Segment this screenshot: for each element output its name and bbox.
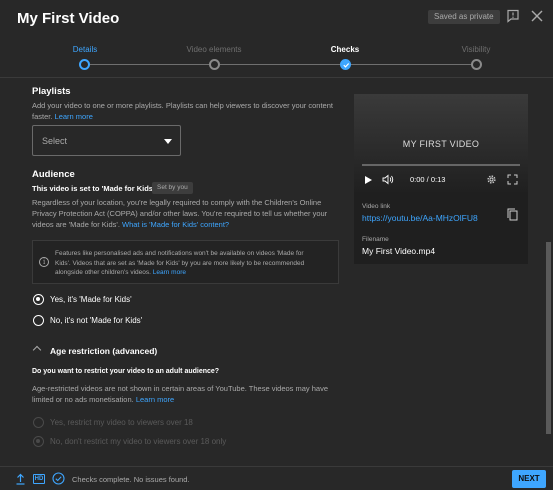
caret-down-icon bbox=[164, 139, 172, 144]
stepper-line bbox=[350, 64, 472, 65]
hd-icon: HD bbox=[33, 474, 45, 484]
upload-dialog: My First Video Saved as private Details … bbox=[0, 0, 553, 490]
content-scrollbar[interactable] bbox=[546, 242, 551, 434]
filename-value: My First Video.mp4 bbox=[362, 246, 436, 256]
next-button[interactable]: NEXT bbox=[512, 470, 546, 488]
made-for-kids-notice: Features like personalised ads and notif… bbox=[32, 240, 339, 284]
step-video-elements-dot[interactable] bbox=[209, 59, 220, 70]
fullscreen-icon[interactable] bbox=[507, 174, 518, 185]
playlists-desc-text: faster. bbox=[32, 112, 53, 121]
checks-status-text: Checks complete. No issues found. bbox=[72, 475, 190, 484]
copy-icon[interactable] bbox=[507, 208, 518, 221]
age-restriction-question: Do you want to restrict your video to an… bbox=[32, 368, 220, 375]
made-for-kids-no-radio[interactable] bbox=[33, 315, 44, 326]
audience-description: Regardless of your location, you're lega… bbox=[32, 197, 327, 230]
playlists-desc-line: Add your video to one or more playlists.… bbox=[32, 101, 333, 110]
upload-stepper: Details Video elements Checks Visibility bbox=[0, 34, 553, 78]
audience-heading: Audience bbox=[32, 169, 75, 180]
video-preview-card: MY FIRST VIDEO 0:00 / 0:13 Video link ht… bbox=[354, 94, 528, 264]
check-circle-icon bbox=[52, 472, 65, 485]
video-link-label: Video link bbox=[362, 203, 391, 210]
playlists-heading: Playlists bbox=[32, 86, 71, 97]
notice-learn-more-link[interactable]: Learn more bbox=[153, 269, 186, 276]
age-restrict-yes-radio[interactable] bbox=[33, 417, 44, 428]
step-visibility-label[interactable]: Visibility bbox=[431, 45, 521, 54]
gear-icon[interactable] bbox=[486, 174, 497, 185]
made-for-kids-yes-label[interactable]: Yes, it's 'Made for Kids' bbox=[50, 295, 132, 304]
step-checks-label[interactable]: Checks bbox=[300, 45, 390, 54]
age-desc-line: Age-restricted videos are not shown in c… bbox=[32, 384, 329, 393]
step-visibility-dot[interactable] bbox=[471, 59, 482, 70]
audience-desc-text: videos are 'Made for Kids'. bbox=[32, 220, 120, 229]
step-details-dot[interactable] bbox=[79, 59, 90, 70]
age-restrict-yes-label[interactable]: Yes, restrict my video to viewers over 1… bbox=[50, 418, 193, 427]
play-icon[interactable] bbox=[365, 176, 372, 184]
notice-line: Kids'. Videos that are set as 'Made for … bbox=[55, 259, 305, 267]
playlists-desc-line: faster. Learn more bbox=[32, 111, 333, 122]
notice-text: Features like personalised ads and notif… bbox=[55, 249, 337, 278]
audience-desc-line: videos are 'Made for Kids'. What is 'Mad… bbox=[32, 219, 327, 230]
volume-icon[interactable] bbox=[382, 174, 394, 185]
age-restriction-toggle[interactable]: Age restriction (advanced) bbox=[50, 346, 157, 356]
dialog-title: My First Video bbox=[17, 10, 120, 27]
playlists-description: Add your video to one or more playlists.… bbox=[32, 100, 333, 122]
info-icon bbox=[39, 257, 49, 267]
chevron-up-icon[interactable] bbox=[32, 345, 42, 355]
what-is-made-for-kids-link[interactable]: What is 'Made for Kids' content? bbox=[122, 220, 229, 229]
check-icon bbox=[343, 63, 350, 68]
playlist-select-value: Select bbox=[42, 136, 68, 146]
set-by-you-badge: Set by you bbox=[152, 182, 193, 194]
step-video-elements-label[interactable]: Video elements bbox=[169, 45, 259, 54]
made-for-kids-status: This video is set to 'Made for Kids' bbox=[32, 184, 155, 193]
age-restrict-no-label[interactable]: No, don't restrict my video to viewers o… bbox=[50, 437, 226, 446]
age-learn-more-link[interactable]: Learn more bbox=[136, 395, 174, 404]
upload-icon bbox=[16, 473, 25, 485]
made-for-kids-yes-radio[interactable] bbox=[33, 294, 44, 305]
playlists-learn-more-link[interactable]: Learn more bbox=[55, 112, 93, 121]
filename-label: Filename bbox=[362, 236, 389, 243]
dialog-header: My First Video Saved as private bbox=[0, 0, 553, 34]
step-details-label[interactable]: Details bbox=[40, 45, 130, 54]
feedback-icon[interactable] bbox=[506, 9, 520, 23]
video-time: 0:00 / 0:13 bbox=[410, 175, 446, 184]
notice-line-text: alongside other children's videos. bbox=[55, 269, 151, 276]
stepper-line bbox=[220, 64, 341, 65]
age-desc-text: limited or no ads monetisation. bbox=[32, 395, 134, 404]
audience-desc-line: Regardless of your location, you're lega… bbox=[32, 198, 322, 207]
notice-line: Features like personalised ads and notif… bbox=[55, 250, 304, 257]
step-checks-dot[interactable] bbox=[340, 59, 351, 70]
close-icon[interactable] bbox=[530, 9, 544, 23]
age-desc-line: limited or no ads monetisation. Learn mo… bbox=[32, 394, 328, 405]
playlist-select[interactable]: Select bbox=[32, 125, 181, 156]
made-for-kids-no-label[interactable]: No, it's not 'Made for Kids' bbox=[50, 316, 142, 325]
age-restriction-description: Age-restricted videos are not shown in c… bbox=[32, 383, 328, 405]
dialog-footer: HD Checks complete. No issues found. NEX… bbox=[0, 466, 553, 490]
video-player[interactable]: MY FIRST VIDEO 0:00 / 0:13 bbox=[354, 94, 528, 192]
age-restrict-no-radio[interactable] bbox=[33, 436, 44, 447]
stepper-line bbox=[88, 64, 214, 65]
notice-line: alongside other children's videos. Learn… bbox=[55, 268, 337, 278]
video-link[interactable]: https://youtu.be/Aa-MHzOlFU8 bbox=[362, 213, 478, 223]
audience-desc-line: Privacy Protection Act (COPPA) and/or ot… bbox=[32, 209, 328, 218]
video-thumbnail-title: MY FIRST VIDEO bbox=[402, 139, 480, 149]
video-progress-bar[interactable] bbox=[362, 164, 520, 166]
saved-status-badge: Saved as private bbox=[428, 10, 500, 24]
